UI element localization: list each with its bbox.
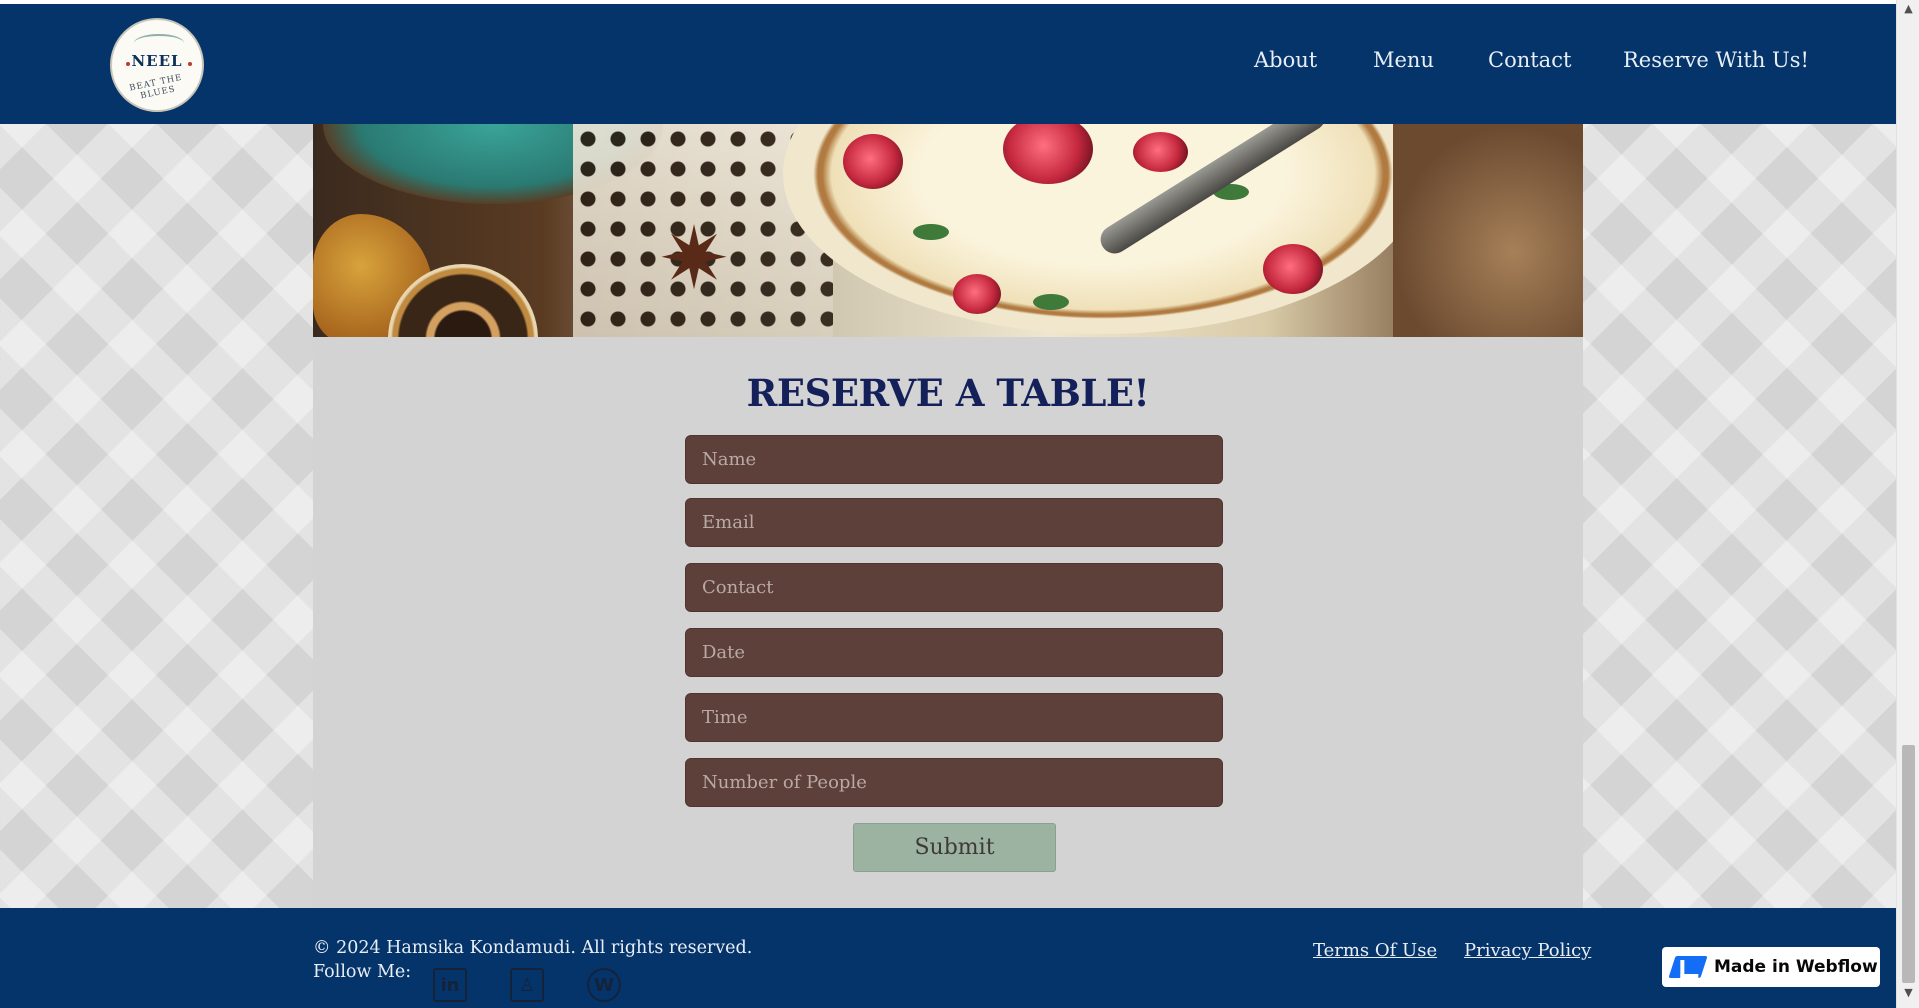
form-title: RESERVE A TABLE!: [746, 371, 1150, 415]
webflow-logo-icon: [1668, 956, 1708, 978]
leaf-decoration: [1033, 294, 1069, 310]
terms-link[interactable]: Terms Of Use: [1313, 940, 1437, 961]
burlap-cloth: [1393, 124, 1583, 337]
leaf-decoration: [913, 224, 949, 240]
wordpress-icon[interactable]: W: [587, 968, 621, 1002]
reservation-section: RESERVE A TABLE! Submit: [313, 337, 1583, 908]
star-anise-icon: ✷: [658, 209, 731, 309]
privacy-link[interactable]: Privacy Policy: [1464, 940, 1591, 961]
contact-input[interactable]: [685, 563, 1223, 612]
submit-button[interactable]: Submit: [853, 823, 1056, 872]
rose-decoration: [1133, 132, 1188, 172]
vertical-scrollbar[interactable]: ▲ ▼: [1896, 0, 1919, 1008]
nav-link-contact[interactable]: Contact: [1488, 48, 1571, 72]
hero-image: ✷: [313, 124, 1583, 337]
site-footer: © 2024 Hamsika Kondamudi. All rights res…: [0, 908, 1896, 1008]
email-input[interactable]: [685, 498, 1223, 547]
nav-link-about[interactable]: About: [1254, 48, 1317, 72]
main-nav: About Menu Contact Reserve With Us!: [0, 48, 1896, 78]
name-input[interactable]: [685, 435, 1223, 484]
scroll-down-arrow-icon[interactable]: ▼: [1897, 986, 1919, 1006]
rose-decoration: [1263, 244, 1323, 294]
time-input[interactable]: [685, 693, 1223, 742]
github-icon[interactable]: ♙: [510, 968, 544, 1002]
rose-decoration: [953, 274, 1001, 314]
linkedin-icon[interactable]: in: [433, 968, 467, 1002]
site-header: NEEL BEAT THE BLUES About Menu Contact R…: [0, 4, 1896, 124]
made-in-webflow-badge[interactable]: Made in Webflow: [1662, 947, 1880, 987]
scrollbar-thumb[interactable]: [1902, 745, 1915, 983]
copyright-text: © 2024 Hamsika Kondamudi. All rights res…: [313, 938, 753, 958]
rose-decoration: [843, 134, 903, 189]
nav-link-reserve[interactable]: Reserve With Us!: [1623, 48, 1809, 72]
webflow-badge-label: Made in Webflow: [1714, 957, 1878, 977]
nav-link-menu[interactable]: Menu: [1373, 48, 1434, 72]
scroll-up-arrow-icon[interactable]: ▲: [1897, 2, 1919, 22]
people-input[interactable]: [685, 758, 1223, 807]
date-input[interactable]: [685, 628, 1223, 677]
follow-label: Follow Me:: [313, 962, 412, 982]
